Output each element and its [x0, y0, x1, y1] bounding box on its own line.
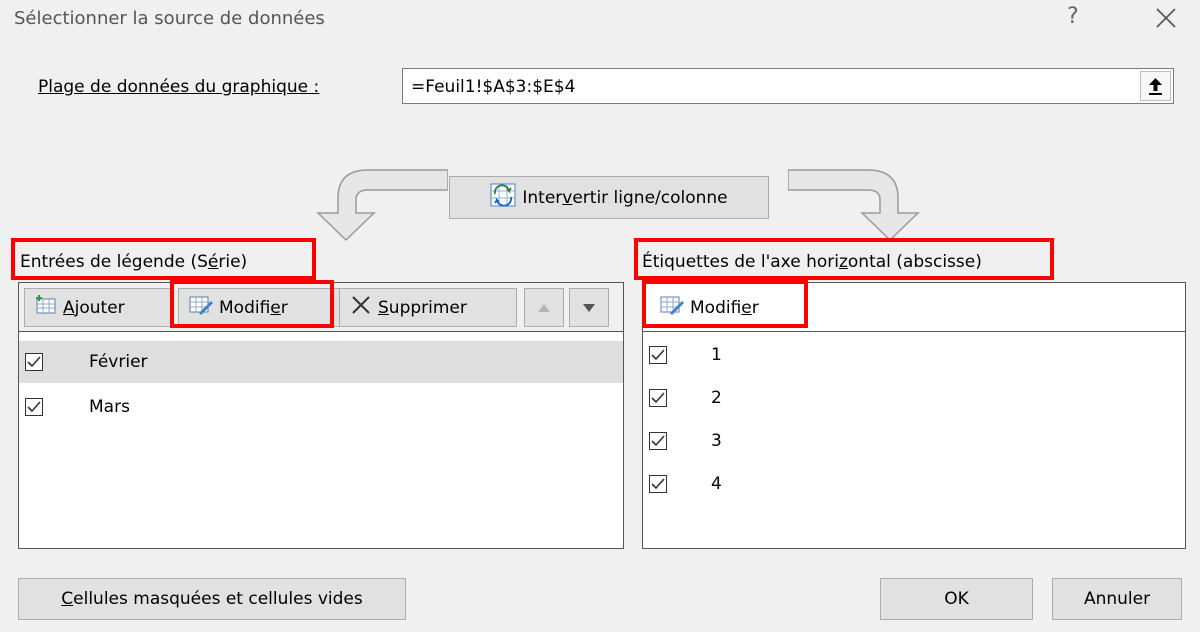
checkbox[interactable] [649, 475, 667, 493]
collapse-upload-icon[interactable] [1140, 71, 1171, 101]
switch-row-column-label: Intervertir ligne/colonne [522, 187, 728, 208]
delete-series-button[interactable]: Supprimer [339, 288, 517, 327]
list-item[interactable]: Mars [19, 386, 623, 428]
hidden-empty-cells-label: Cellules masquées et cellules vides [61, 589, 363, 609]
chart-data-range-label: Plage de données du graphique : [38, 77, 319, 97]
ok-button[interactable]: OK [880, 578, 1033, 620]
checkbox[interactable] [25, 398, 43, 416]
help-button[interactable]: ? [1067, 4, 1079, 29]
swap-row-column-icon [490, 183, 516, 212]
add-series-button[interactable]: Ajouter [24, 288, 171, 327]
add-series-label: Ajouter [63, 297, 125, 318]
chart-data-range-label-text: Plage de données du graphique : [38, 77, 320, 97]
axis-label-value: 3 [711, 431, 722, 451]
cancel-button[interactable]: Annuler [1052, 578, 1182, 620]
highlight-box-legend-heading [11, 238, 316, 280]
list-item[interactable]: 4 [643, 463, 1185, 505]
switch-row-column-button[interactable]: Intervertir ligne/colonne [449, 176, 769, 219]
checkbox[interactable] [649, 346, 667, 364]
series-name: Mars [89, 397, 130, 417]
curved-arrow-left-icon [308, 168, 449, 243]
list-item[interactable]: 2 [643, 377, 1185, 419]
close-icon[interactable] [1150, 2, 1182, 34]
hidden-empty-cells-button[interactable]: Cellules masquées et cellules vides [18, 578, 406, 620]
series-name: Février [89, 352, 148, 372]
triangle-down-icon [582, 298, 596, 318]
dialog-title: Sélectionner la source de données [14, 8, 325, 29]
triangle-up-icon [537, 298, 551, 318]
highlight-box-axis-heading [634, 238, 1054, 280]
axis-label-value: 1 [711, 345, 722, 365]
highlight-box-edit-axis [642, 280, 808, 328]
delete-x-icon [350, 294, 372, 321]
axis-label-value: 2 [711, 388, 722, 408]
list-item[interactable]: Février [19, 341, 623, 383]
list-item[interactable]: 3 [643, 420, 1185, 462]
checkbox[interactable] [25, 353, 43, 371]
list-item[interactable]: 1 [643, 334, 1185, 376]
add-table-icon [35, 295, 57, 320]
axis-label-value: 4 [711, 474, 722, 494]
highlight-box-edit-series [170, 280, 334, 328]
chart-data-range-input[interactable]: =Feuil1!$A$3:$E$4 [402, 68, 1174, 104]
checkbox[interactable] [649, 432, 667, 450]
move-up-button[interactable] [524, 288, 564, 327]
delete-series-label: Supprimer [378, 297, 467, 318]
checkbox[interactable] [649, 389, 667, 407]
move-down-button[interactable] [569, 288, 609, 327]
curved-arrow-right-icon [787, 168, 928, 243]
